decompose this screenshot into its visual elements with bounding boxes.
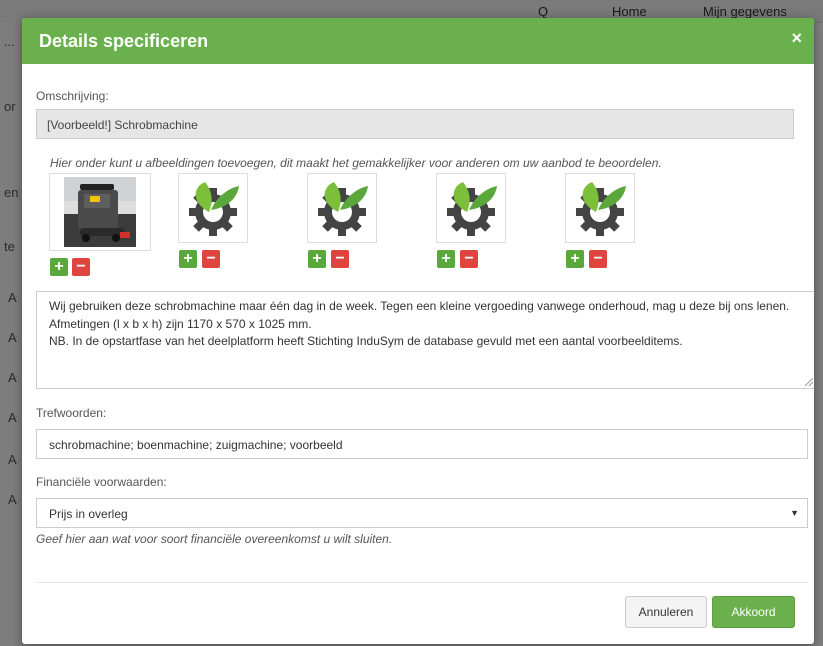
add-image-button[interactable]: + bbox=[308, 250, 326, 268]
add-image-button[interactable]: + bbox=[437, 250, 455, 268]
description-line: NB. In de opstartfase van het deelplatfo… bbox=[49, 334, 683, 348]
leaf-gear-icon bbox=[576, 182, 626, 236]
description-line: Wij gebruiken deze schrobmachine maar éé… bbox=[49, 299, 790, 313]
add-image-button[interactable]: + bbox=[179, 250, 197, 268]
financial-selected-value: Prijs in overleg bbox=[49, 507, 128, 521]
image-slot-4[interactable] bbox=[436, 173, 506, 243]
image-slot-2[interactable] bbox=[178, 173, 248, 243]
leaf-gear-icon bbox=[189, 182, 239, 236]
scrubber-machine-photo bbox=[64, 177, 136, 247]
cancel-button[interactable]: Annuleren bbox=[625, 596, 707, 628]
images-hint: Hier onder kunt u afbeeldingen toevoegen… bbox=[50, 156, 662, 170]
remove-image-button[interactable]: − bbox=[202, 250, 220, 268]
add-image-button[interactable]: + bbox=[566, 250, 584, 268]
ok-button[interactable]: Akkoord bbox=[712, 596, 795, 628]
remove-image-button[interactable]: − bbox=[72, 258, 90, 276]
caret-down-icon: ▼ bbox=[790, 508, 799, 518]
description-label: Omschrijving: bbox=[36, 89, 109, 103]
description-line: Afmetingen (l x b x h) zijn 1170 x 570 x… bbox=[49, 316, 312, 331]
financial-hint: Geef hier aan wat voor soort financiële … bbox=[36, 532, 393, 546]
remove-image-button[interactable]: − bbox=[460, 250, 478, 268]
financial-select[interactable]: Prijs in overleg ▼ bbox=[36, 498, 808, 528]
image-slot-3[interactable] bbox=[307, 173, 377, 243]
footer-divider bbox=[36, 582, 808, 583]
resize-handle-icon[interactable] bbox=[805, 378, 813, 386]
modal-header: Details specificeren × bbox=[22, 18, 814, 64]
leaf-gear-icon bbox=[447, 182, 497, 236]
long-description-textarea[interactable]: Wij gebruiken deze schrobmachine maar éé… bbox=[36, 291, 814, 389]
keywords-label: Trefwoorden: bbox=[36, 406, 107, 420]
financial-label: Financiële voorwaarden: bbox=[36, 475, 167, 489]
image-slot-5[interactable] bbox=[565, 173, 635, 243]
keywords-input[interactable]: schrobmachine; boenmachine; zuigmachine;… bbox=[36, 429, 808, 459]
close-icon[interactable]: × bbox=[791, 28, 802, 49]
details-modal: Details specificeren × Omschrijving: [Vo… bbox=[22, 18, 814, 644]
modal-title: Details specificeren bbox=[39, 31, 209, 51]
image-slot-1[interactable] bbox=[49, 173, 151, 251]
add-image-button[interactable]: + bbox=[50, 258, 68, 276]
description-field: [Voorbeeld!] Schrobmachine bbox=[36, 109, 794, 139]
remove-image-button[interactable]: − bbox=[589, 250, 607, 268]
leaf-gear-icon bbox=[318, 182, 368, 236]
remove-image-button[interactable]: − bbox=[331, 250, 349, 268]
